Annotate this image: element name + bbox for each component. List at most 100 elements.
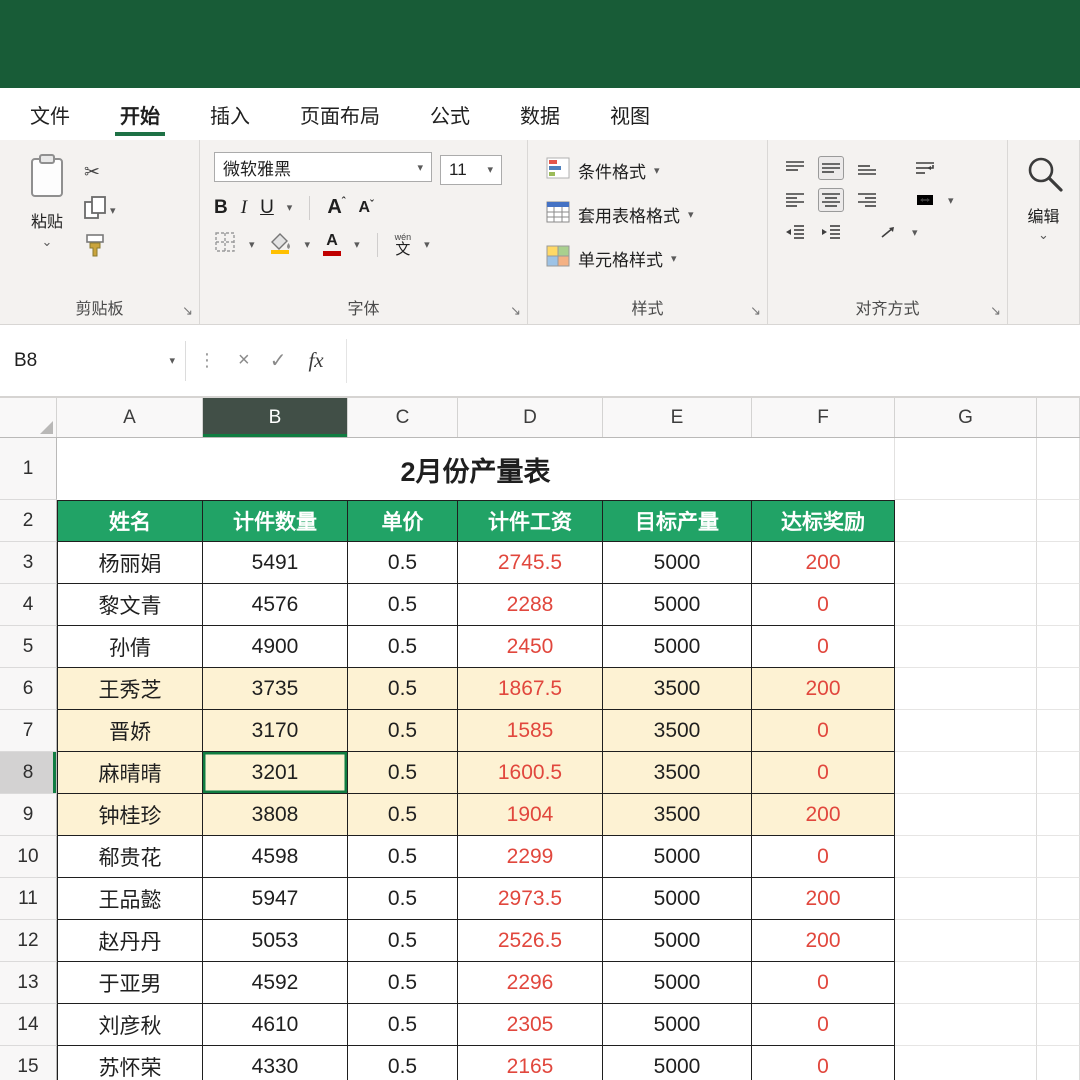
column-header-f[interactable]: F (752, 398, 895, 437)
table-row[interactable]: 11 王品懿 5947 0.5 2973.5 5000 200 (0, 878, 1080, 920)
cell-empty[interactable] (1037, 752, 1080, 794)
header-wage[interactable]: 计件工资 (458, 500, 603, 542)
cell-qty[interactable]: 3201 (203, 752, 348, 794)
cell-empty[interactable] (1037, 500, 1080, 542)
cell-styles-button[interactable]: 单元格样式 ▾ (546, 236, 767, 280)
row-number[interactable]: 13 (0, 962, 57, 1004)
cell-empty[interactable] (1037, 668, 1080, 710)
cell-price[interactable]: 0.5 (348, 584, 458, 626)
editing-label[interactable]: 编辑 (1027, 203, 1059, 227)
cell-wage[interactable]: 2450 (458, 626, 603, 668)
cell-wage[interactable]: 2745.5 (458, 542, 603, 584)
cell-bonus[interactable]: 200 (752, 920, 895, 962)
row-number[interactable]: 8 (0, 752, 57, 794)
cell-name[interactable]: 苏怀荣 (57, 1046, 203, 1080)
cell-empty[interactable] (1037, 878, 1080, 920)
cell-bonus[interactable]: 0 (752, 1004, 895, 1046)
row-number[interactable]: 6 (0, 668, 57, 710)
fill-color-button[interactable] (268, 230, 292, 259)
orientation-dropdown-arrow[interactable]: ▾ (912, 226, 918, 239)
alignment-dialog-launcher-icon[interactable]: ↘ (990, 303, 1001, 319)
align-middle-button[interactable] (818, 156, 844, 180)
column-header-c[interactable]: C (348, 398, 458, 437)
merge-dropdown-arrow[interactable]: ▾ (948, 194, 954, 207)
cell-empty[interactable] (1037, 794, 1080, 836)
cell-price[interactable]: 0.5 (348, 668, 458, 710)
font-dialog-launcher-icon[interactable]: ↘ (510, 303, 521, 319)
borders-dropdown-arrow[interactable]: ▾ (249, 238, 255, 251)
cell-wage[interactable]: 1600.5 (458, 752, 603, 794)
align-bottom-button[interactable] (854, 156, 880, 180)
format-as-table-dropdown-arrow[interactable]: ▾ (688, 208, 694, 221)
header-price[interactable]: 单价 (348, 500, 458, 542)
conditional-formatting-dropdown-arrow[interactable]: ▾ (654, 164, 660, 177)
table-row[interactable]: 8 麻晴晴 3201 0.5 1600.5 3500 0 (0, 752, 1080, 794)
format-as-table-button[interactable]: 套用表格格式 ▾ (546, 192, 767, 236)
cell-bonus[interactable]: 0 (752, 836, 895, 878)
row-number[interactable]: 15 (0, 1046, 57, 1080)
cell-empty[interactable] (1037, 710, 1080, 752)
cell-price[interactable]: 0.5 (348, 962, 458, 1004)
cell-styles-dropdown-arrow[interactable]: ▾ (671, 252, 677, 265)
cancel-entry-icon[interactable]: × (238, 349, 250, 372)
cell-empty[interactable] (1037, 584, 1080, 626)
cell-price[interactable]: 0.5 (348, 794, 458, 836)
cell-qty[interactable]: 5053 (203, 920, 348, 962)
cell-empty[interactable] (895, 500, 1037, 542)
tab-formulas[interactable]: 公式 (430, 88, 470, 140)
paste-dropdown-arrow[interactable]: ⌄ (42, 234, 53, 250)
formula-input[interactable] (345, 338, 1080, 383)
cell-name[interactable]: 钟桂珍 (57, 794, 203, 836)
increase-indent-button[interactable] (818, 220, 844, 244)
editing-dropdown-arrow[interactable]: ⌄ (1038, 227, 1049, 243)
format-painter-button[interactable] (84, 233, 116, 260)
cell-wage[interactable]: 1867.5 (458, 668, 603, 710)
cell-empty[interactable] (1037, 626, 1080, 668)
font-color-button[interactable]: A (323, 233, 342, 256)
cell-wage[interactable]: 1904 (458, 794, 603, 836)
fill-color-dropdown-arrow[interactable]: ▾ (305, 238, 311, 251)
cell-wage[interactable]: 2165 (458, 1046, 603, 1080)
borders-button[interactable] (214, 231, 236, 258)
cell-name[interactable]: 赵丹丹 (57, 920, 203, 962)
cell-bonus[interactable]: 200 (752, 542, 895, 584)
cell-empty[interactable] (895, 962, 1037, 1004)
header-bonus[interactable]: 达标奖励 (752, 500, 895, 542)
table-row[interactable]: 15 苏怀荣 4330 0.5 2165 5000 0 (0, 1046, 1080, 1080)
phonetic-dropdown-arrow[interactable]: ▾ (424, 238, 430, 251)
align-left-button[interactable] (782, 188, 808, 212)
cell-name[interactable]: 晋娇 (57, 710, 203, 752)
name-box-dropdown-arrow[interactable]: ▾ (169, 354, 175, 367)
cell-name[interactable]: 麻晴晴 (57, 752, 203, 794)
merge-center-button[interactable] (912, 188, 938, 212)
cell-name[interactable]: 王品懿 (57, 878, 203, 920)
cell-price[interactable]: 0.5 (348, 920, 458, 962)
cell-empty[interactable] (1037, 836, 1080, 878)
cell-qty[interactable]: 5491 (203, 542, 348, 584)
cell-name[interactable]: 王秀芝 (57, 668, 203, 710)
column-header-e[interactable]: E (603, 398, 752, 437)
header-name[interactable]: 姓名 (57, 500, 203, 542)
cell-empty[interactable] (895, 1046, 1037, 1080)
cell-target[interactable]: 3500 (603, 710, 752, 752)
column-header-g[interactable]: G (895, 398, 1037, 437)
cell-empty[interactable] (895, 438, 1037, 500)
table-row[interactable]: 6 王秀芝 3735 0.5 1867.5 3500 200 (0, 668, 1080, 710)
row-number[interactable]: 4 (0, 584, 57, 626)
cell-empty[interactable] (895, 542, 1037, 584)
table-row[interactable]: 4 黎文青 4576 0.5 2288 5000 0 (0, 584, 1080, 626)
cell-target[interactable]: 5000 (603, 626, 752, 668)
cell-empty[interactable] (1037, 962, 1080, 1004)
increase-font-button[interactable]: Aˆ (327, 196, 345, 219)
cell-empty[interactable] (895, 920, 1037, 962)
cell-wage[interactable]: 2526.5 (458, 920, 603, 962)
table-row[interactable]: 14 刘彦秋 4610 0.5 2305 5000 0 (0, 1004, 1080, 1046)
italic-button[interactable]: I (241, 197, 247, 219)
row-number[interactable]: 11 (0, 878, 57, 920)
cell-name[interactable]: 刘彦秋 (57, 1004, 203, 1046)
cell-name[interactable]: 于亚男 (57, 962, 203, 1004)
cell-empty[interactable] (895, 668, 1037, 710)
tab-file[interactable]: 文件 (30, 88, 70, 140)
align-top-button[interactable] (782, 156, 808, 180)
tab-insert[interactable]: 插入 (210, 88, 250, 140)
